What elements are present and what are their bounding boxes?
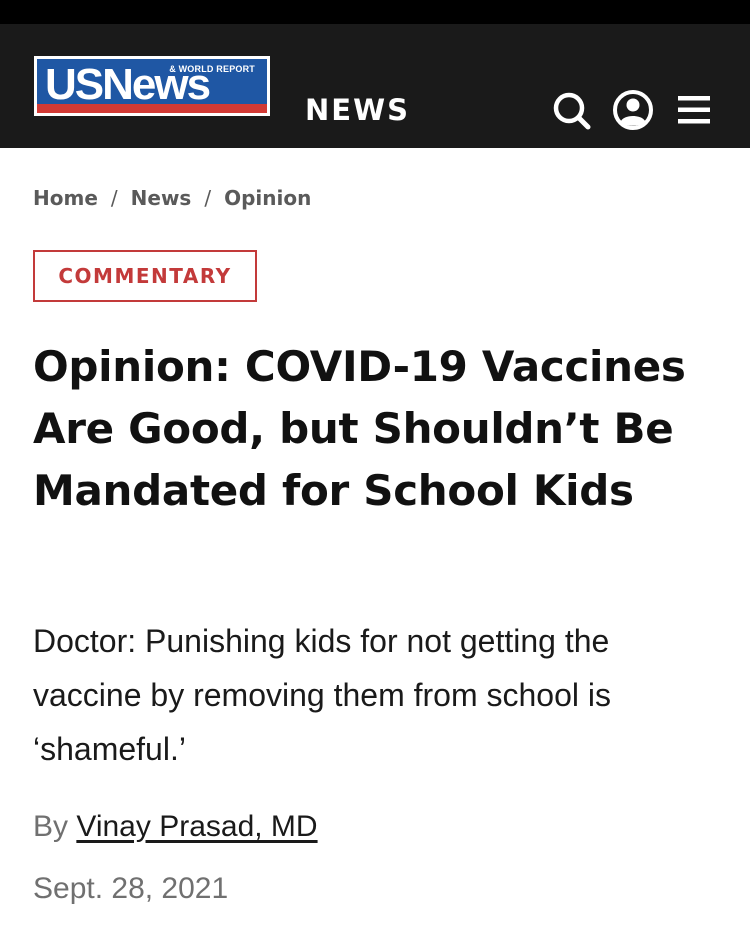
account-icon (613, 90, 653, 130)
section-title[interactable]: NEWS (305, 90, 410, 130)
search-button[interactable] (550, 86, 594, 134)
publish-date: Sept. 28, 2021 (33, 872, 229, 905)
site-header: USNews & WORLD REPORT NEWS (0, 24, 750, 148)
breadcrumb-separator: / (204, 186, 212, 210)
menu-button[interactable] (672, 86, 716, 134)
breadcrumb-home[interactable]: Home (33, 186, 98, 210)
author-link[interactable]: Vinay Prasad, MD (76, 810, 317, 843)
breadcrumb-separator: / (110, 186, 118, 210)
article-headline: Opinion: COVID-19 Vaccines Are Good, but… (33, 342, 686, 515)
breadcrumb-news[interactable]: News (131, 186, 192, 210)
commentary-badge: COMMENTARY (33, 250, 257, 302)
logo-sub-text: & WORLD REPORT (169, 64, 255, 74)
search-icon (553, 92, 591, 130)
byline-prefix: By (33, 810, 69, 843)
menu-icon (678, 96, 710, 124)
status-bar (0, 0, 750, 24)
account-button[interactable] (611, 86, 655, 134)
usnews-logo[interactable]: USNews & WORLD REPORT (34, 56, 270, 116)
article-dek: Doctor: Punishing kids for not getting t… (33, 623, 611, 767)
logo-mark: USNews & WORLD REPORT (37, 59, 267, 113)
breadcrumb: Home / News / Opinion (33, 186, 311, 210)
breadcrumb-opinion[interactable]: Opinion (224, 186, 311, 210)
byline: By Vinay Prasad, MD (33, 810, 318, 844)
